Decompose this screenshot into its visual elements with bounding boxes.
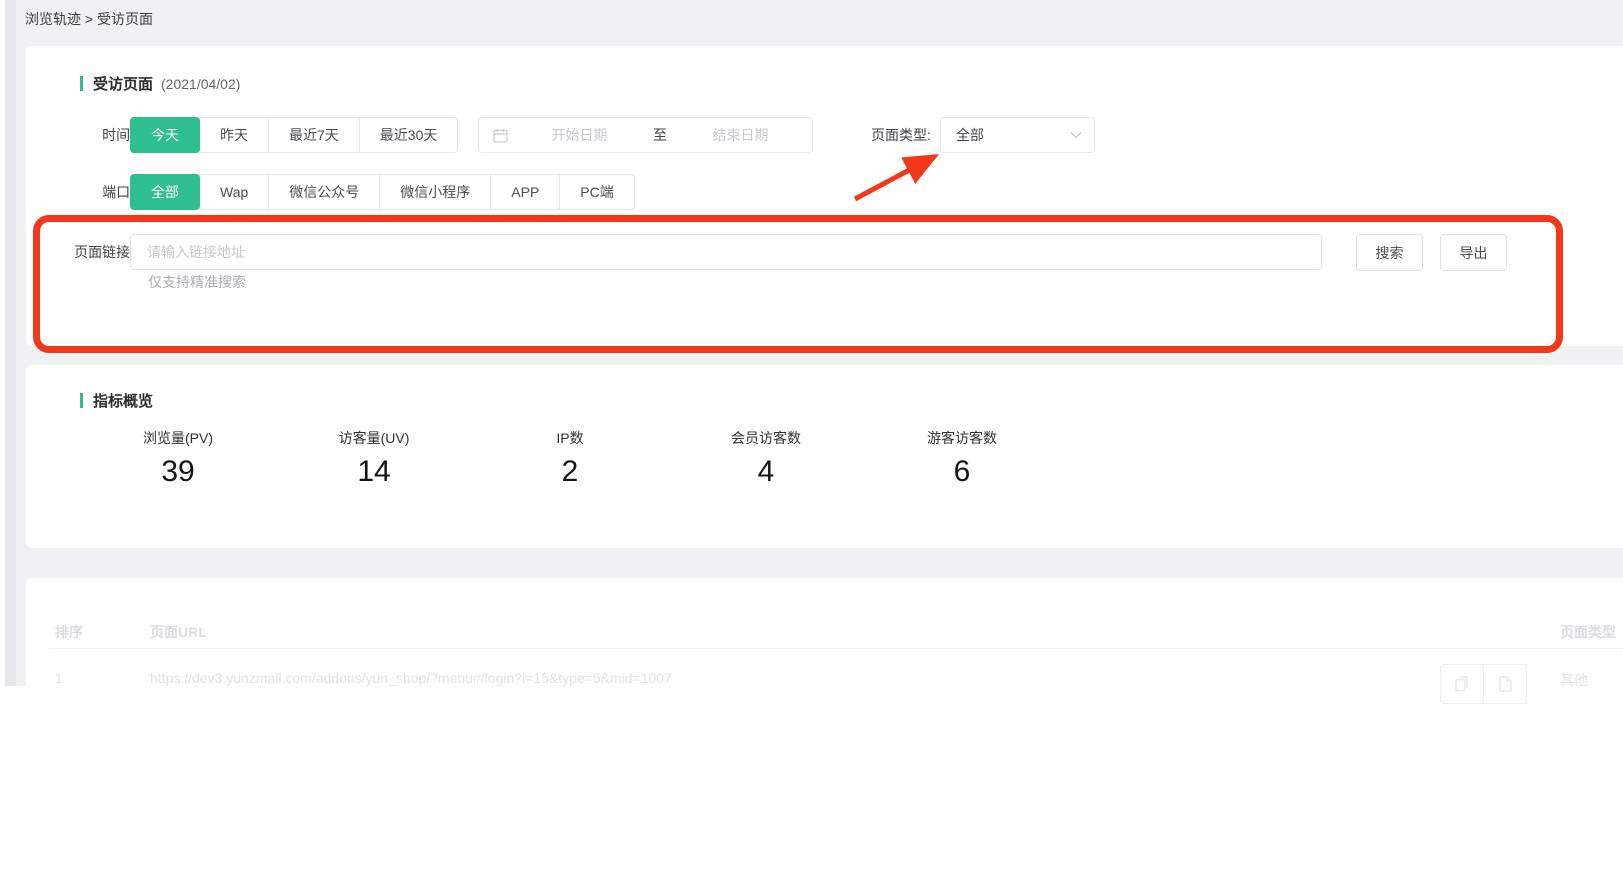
time-last30days-button[interactable]: 最近30天 (359, 117, 459, 153)
search-hint: 仅支持精准搜索 (148, 272, 246, 292)
metric-ip: IP数 2 (472, 428, 668, 489)
date-range-picker[interactable]: 开始日期 至 结束日期 (478, 117, 813, 153)
start-date-placeholder[interactable]: 开始日期 (508, 125, 651, 145)
time-range-group: 今天 昨天 最近7天 最近30天 (130, 117, 458, 153)
metrics-title: 指标概览 (93, 390, 153, 411)
card-title-date: (2021/04/02) (161, 76, 240, 92)
page-link-input[interactable] (130, 234, 1322, 270)
title-accent-bar (80, 393, 83, 408)
end-date-placeholder[interactable]: 结束日期 (669, 125, 812, 145)
metric-label: 游客访客数 (864, 428, 1060, 448)
metric-value: 14 (276, 455, 472, 489)
table-header-divider (50, 648, 1623, 649)
row-url: https://dev3.yunzmall.com/addons/yun_sho… (150, 670, 672, 686)
metric-value: 4 (668, 455, 864, 489)
metric-value: 39 (80, 455, 276, 489)
metric-label: 浏览量(PV) (80, 428, 276, 448)
port-wap-button[interactable]: Wap (199, 174, 269, 210)
metric-value: 2 (472, 455, 668, 489)
metric-uv: 访客量(UV) 14 (276, 428, 472, 489)
metric-pv: 浏览量(PV) 39 (80, 428, 276, 489)
time-today-button[interactable]: 今天 (130, 117, 200, 153)
metric-guest-visitors: 游客访客数 6 (864, 428, 1060, 489)
time-filter-row: 时间: 今天 昨天 最近7天 最近30天 开始日期 至 结束日期 页面类型: 全… (26, 117, 1623, 153)
metric-label: 会员访客数 (668, 428, 864, 448)
page-type-select[interactable]: 全部 (940, 117, 1095, 153)
page-link-label: 页面链接: (46, 234, 134, 270)
page-link-row: 页面链接: 搜索 导出 (26, 234, 1623, 270)
metric-label: 访客量(UV) (276, 428, 472, 448)
copy-icon[interactable] (1440, 664, 1484, 704)
chevron-down-icon (1070, 131, 1082, 139)
time-label: 时间: (46, 117, 134, 153)
page-type-label: 页面类型: (871, 117, 931, 153)
column-header-rank: 排序 (55, 622, 83, 642)
port-all-button[interactable]: 全部 (130, 174, 200, 210)
title-accent-bar (80, 76, 83, 91)
metric-value: 6 (864, 455, 1060, 489)
port-label: 端口: (46, 174, 134, 210)
metrics-row: 浏览量(PV) 39 访客量(UV) 14 IP数 2 会员访客数 4 游客访客… (80, 428, 1060, 489)
port-wechat-official-button[interactable]: 微信公众号 (268, 174, 380, 210)
date-range-separator: 至 (651, 125, 669, 145)
document-icon[interactable] (1483, 664, 1527, 704)
search-button[interactable]: 搜索 (1356, 234, 1423, 271)
port-group: 全部 Wap 微信公众号 微信小程序 APP PC端 (130, 174, 635, 210)
card-title: 受访页面 (93, 73, 153, 94)
metric-label: IP数 (472, 428, 668, 448)
visited-pages-card: 受访页面 (2021/04/02) 时间: 今天 昨天 最近7天 最近30天 开… (26, 46, 1623, 346)
time-yesterday-button[interactable]: 昨天 (199, 117, 269, 153)
column-header-url: 页面URL (150, 622, 207, 642)
port-pc-button[interactable]: PC端 (559, 174, 634, 210)
collapsed-sidebar-strip (5, 0, 16, 686)
card-title-row: 受访页面 (2021/04/02) (80, 73, 240, 94)
row-page-type: 其他 (1560, 670, 1588, 690)
export-button[interactable]: 导出 (1440, 234, 1507, 271)
metrics-overview-card: 指标概览 浏览量(PV) 39 访客量(UV) 14 IP数 2 会员访客数 4… (26, 365, 1623, 548)
column-header-type: 页面类型 (1560, 622, 1616, 642)
metrics-title-row: 指标概览 (80, 390, 153, 411)
port-app-button[interactable]: APP (490, 174, 560, 210)
row-rank: 1 (55, 670, 63, 686)
breadcrumb: 浏览轨迹 > 受访页面 (25, 9, 153, 29)
time-last7days-button[interactable]: 最近7天 (268, 117, 360, 153)
pages-table-card: 排序 页面URL 页面类型 1 https://dev3.yunzmall.co… (26, 578, 1623, 878)
port-filter-row: 端口: 全部 Wap 微信公众号 微信小程序 APP PC端 (26, 174, 1623, 210)
metric-member-visitors: 会员访客数 4 (668, 428, 864, 489)
page-type-selected-value: 全部 (956, 125, 1070, 145)
port-wechat-miniprogram-button[interactable]: 微信小程序 (379, 174, 491, 210)
calendar-icon (493, 128, 508, 143)
